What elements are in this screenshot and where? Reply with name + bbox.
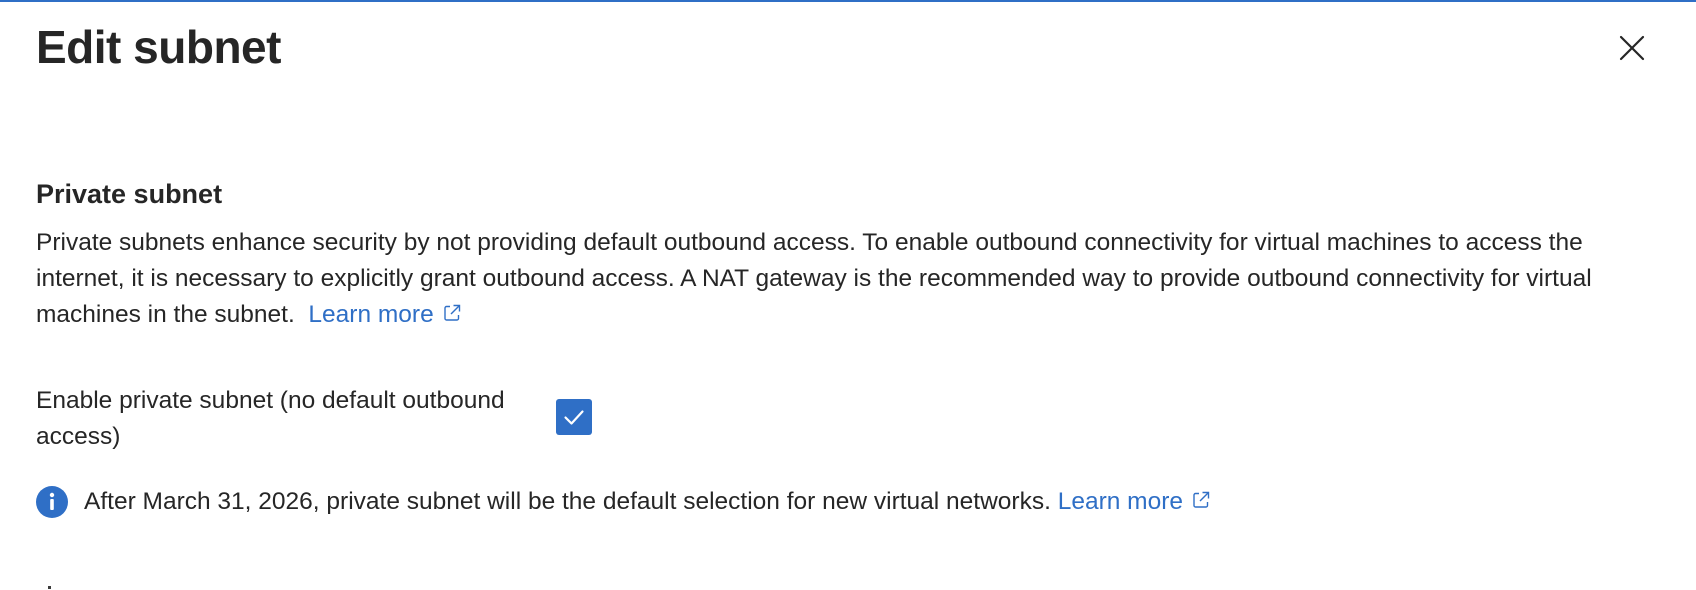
info-icon	[36, 486, 68, 518]
edit-subnet-panel: Edit subnet Private subnet Private subne…	[36, 0, 1676, 590]
info-text: After March 31, 2026, private subnet wil…	[84, 488, 1211, 516]
external-link-icon	[1193, 491, 1210, 508]
learn-more-link[interactable]: Learn more	[308, 301, 461, 328]
close-button[interactable]	[1614, 30, 1650, 66]
info-learn-more-label: Learn more	[1057, 488, 1183, 515]
description-text: Private subnets enhance security by not …	[36, 229, 1592, 328]
checkmark-icon	[564, 410, 584, 425]
section-title: Private subnet	[36, 179, 223, 209]
clipped-content	[36, 576, 96, 590]
info-message: After March 31, 2026, private subnet wil…	[36, 484, 1211, 520]
external-link-icon	[444, 304, 460, 321]
info-learn-more-link[interactable]: Learn more	[1058, 488, 1211, 515]
private-subnet-checkbox[interactable]	[556, 399, 592, 435]
close-icon	[1619, 35, 1645, 61]
learn-more-label: Learn more	[308, 301, 434, 328]
private-subnet-checkbox-label: Enable private subnet (no default outbou…	[36, 387, 505, 450]
info-message-text: After March 31, 2026, private subnet wil…	[84, 488, 1051, 515]
section-description: Private subnets enhance security by not …	[36, 225, 1676, 333]
panel-title: Edit subnet	[36, 21, 281, 73]
